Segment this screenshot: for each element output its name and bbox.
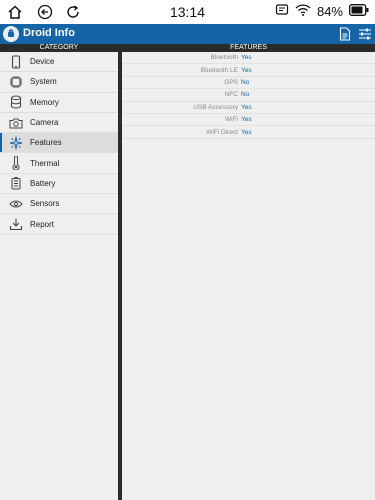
column-headers: CATEGORY FEATURES xyxy=(0,44,375,52)
feature-value: Yes xyxy=(241,66,252,74)
sidebar-item-label: Battery xyxy=(30,178,56,188)
sidebar-item-label: Device xyxy=(30,57,55,67)
sidebar-item-memory[interactable]: Memory xyxy=(0,93,118,113)
status-right: 84% xyxy=(275,3,369,20)
feature-row-nfc: NFC No xyxy=(122,89,375,102)
sidebar-item-label: Sensors xyxy=(30,199,60,209)
feature-row-bluetooth: Bluetooth Yes xyxy=(122,52,375,65)
battery-icon xyxy=(9,176,23,190)
feature-row-wifi-direct: WiFi Direct Yes xyxy=(122,126,375,139)
feature-row-usb-accessory: USB Accessory Yes xyxy=(122,102,375,114)
sidebar-item-label: System xyxy=(30,77,57,87)
app-title: Droid Info xyxy=(23,27,75,39)
sidebar-item-thermal[interactable]: Thermal xyxy=(0,153,118,174)
phone-icon xyxy=(9,55,23,69)
report-icon[interactable] xyxy=(337,26,353,42)
feature-name: NFC xyxy=(224,91,238,99)
feature-name: USB Accessory xyxy=(193,103,238,111)
download-icon xyxy=(9,217,23,231)
feature-value: Yes xyxy=(241,116,252,124)
app-logo-icon xyxy=(3,26,19,42)
sparkle-icon xyxy=(9,136,23,150)
feature-value: No xyxy=(241,78,250,86)
sidebar-item-report[interactable]: Report xyxy=(0,214,118,235)
sidebar-item-battery[interactable]: Battery xyxy=(0,174,118,195)
feature-name: WiFi Direct xyxy=(206,128,238,136)
sidebar-item-features[interactable]: Features xyxy=(0,133,118,154)
feature-name: Bluetooth LE xyxy=(200,66,238,74)
sidebar-item-sensors[interactable]: Sensors xyxy=(0,194,118,215)
feature-name: WiFi xyxy=(225,116,238,124)
thermometer-icon xyxy=(9,156,23,171)
database-icon xyxy=(9,95,23,109)
category-header: CATEGORY xyxy=(39,44,79,51)
feature-row-bluetooth-le: Bluetooth LE Yes xyxy=(122,64,375,77)
sidebar-item-label: Features xyxy=(30,138,62,148)
chip-icon xyxy=(9,75,23,89)
feature-value: No xyxy=(241,91,250,99)
sidebar-item-device[interactable]: Device xyxy=(0,52,118,73)
status-bar: 13:14 84% xyxy=(0,0,375,24)
battery-icon xyxy=(349,4,369,19)
settings-sliders-icon[interactable] xyxy=(357,26,373,42)
feature-row-wifi: WiFi Yes xyxy=(122,114,375,127)
feature-name: Bluetooth xyxy=(210,54,238,62)
sidebar-item-camera[interactable]: Camera xyxy=(0,113,118,134)
features-panel: Bluetooth Yes Bluetooth LE Yes GPS No NF… xyxy=(122,52,375,500)
feature-value: Yes xyxy=(241,103,252,111)
sidebar-item-label: Memory xyxy=(30,97,59,107)
sidebar-item-system[interactable]: System xyxy=(0,72,118,93)
sidebar-item-label: Report xyxy=(30,219,55,229)
category-sidebar: Device System Memory Camera Features The… xyxy=(0,52,118,500)
feature-row-gps: GPS No xyxy=(122,77,375,90)
camera-icon xyxy=(9,116,23,130)
features-header: FEATURES xyxy=(230,44,267,51)
battery-percent: 84% xyxy=(316,4,343,19)
app-bar: Droid Info xyxy=(0,24,375,44)
feature-name: GPS xyxy=(224,78,238,86)
sidebar-item-label: Thermal xyxy=(30,158,60,168)
eye-icon xyxy=(9,197,23,211)
wifi-icon xyxy=(295,3,311,20)
feature-value: Yes xyxy=(241,128,252,136)
feature-value: Yes xyxy=(241,54,252,62)
message-icon xyxy=(275,3,289,20)
sidebar-item-label: Camera xyxy=(30,118,59,128)
